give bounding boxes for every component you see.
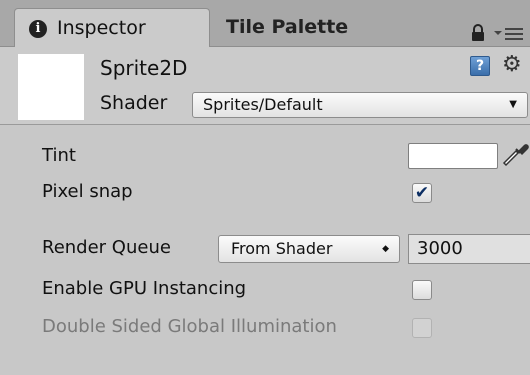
material-preview xyxy=(18,54,84,120)
context-menu-icon[interactable] xyxy=(492,22,526,44)
tab-inspector-label: Inspector xyxy=(57,17,146,39)
shader-dropdown[interactable]: Sprites/Default ▼ xyxy=(192,92,528,118)
tint-color-field[interactable] xyxy=(408,143,498,169)
eyedropper-icon[interactable] xyxy=(500,139,530,169)
lock-icon[interactable] xyxy=(470,24,486,42)
help-icon[interactable]: ? xyxy=(470,56,490,76)
material-header: Sprite2D ? ⚙ Shader Sprites/Default ▼ xyxy=(0,47,530,125)
chevron-down-icon: ▼ xyxy=(509,99,517,110)
render-queue-label: Render Queue xyxy=(42,237,171,258)
render-queue-value: 3000 xyxy=(417,238,463,259)
shader-label: Shader xyxy=(100,92,168,114)
gpu-instancing-checkbox[interactable] xyxy=(412,280,432,300)
material-name: Sprite2D xyxy=(100,56,188,80)
shader-dropdown-value: Sprites/Default xyxy=(203,95,323,114)
tab-inspector[interactable]: i Inspector xyxy=(14,8,210,48)
tab-strip: i Inspector Tile Palette xyxy=(0,0,530,48)
tab-tile-palette-label: Tile Palette xyxy=(226,16,349,38)
pixel-snap-label: Pixel snap xyxy=(42,181,133,202)
pixel-snap-checkbox[interactable]: ✔ xyxy=(412,183,432,203)
material-properties: Tint Pixel snap ✔ Render Queue From Shad… xyxy=(0,125,530,375)
info-icon: i xyxy=(29,20,47,38)
checkmark-icon: ✔ xyxy=(414,183,430,203)
gpu-instancing-label: Enable GPU Instancing xyxy=(42,278,247,299)
gear-icon[interactable]: ⚙ xyxy=(502,52,522,77)
render-queue-mode: From Shader xyxy=(231,239,333,258)
render-queue-dropdown[interactable]: From Shader ◆ xyxy=(218,235,400,263)
tint-label: Tint xyxy=(42,145,76,166)
double-sided-gi-label: Double Sided Global Illumination xyxy=(42,316,337,337)
render-queue-value-field[interactable]: 3000 xyxy=(408,234,530,264)
updown-arrows-icon: ◆ xyxy=(382,244,389,254)
double-sided-gi-checkbox xyxy=(412,318,432,338)
tab-tile-palette[interactable]: Tile Palette xyxy=(212,8,412,47)
